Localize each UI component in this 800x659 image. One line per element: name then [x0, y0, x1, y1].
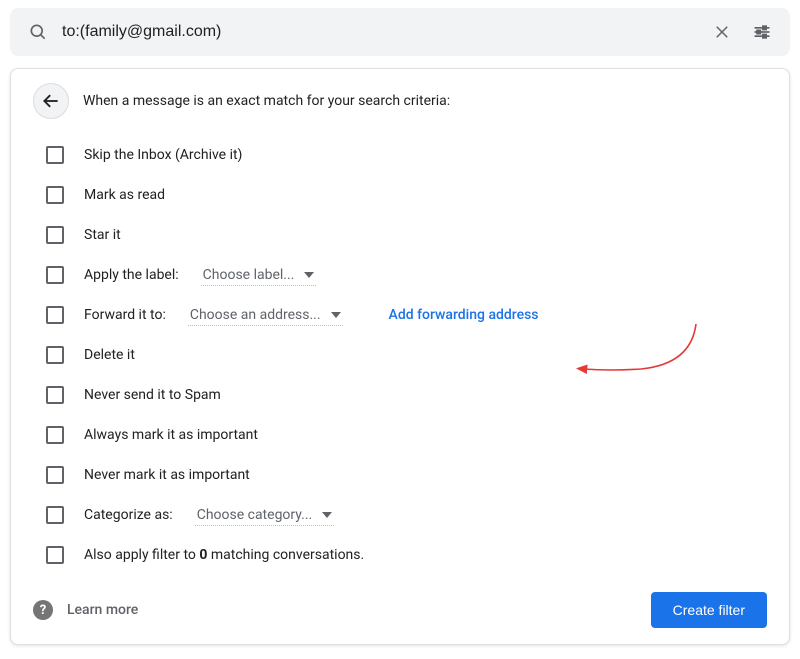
label-never-important: Never mark it as important — [84, 467, 250, 483]
chevron-down-icon — [322, 512, 332, 518]
checkbox-never-spam[interactable] — [46, 386, 64, 404]
checkbox-also-apply[interactable] — [46, 546, 64, 564]
checkbox-always-important[interactable] — [46, 426, 64, 444]
label-also-apply: Also apply filter to 0 matching conversa… — [84, 547, 364, 563]
label-never-spam: Never send it to Spam — [84, 387, 221, 403]
label-apply-label: Apply the label: — [84, 267, 179, 283]
option-skip-inbox: Skip the Inbox (Archive it) — [33, 135, 767, 175]
label-mark-read: Mark as read — [84, 187, 165, 203]
dropdown-choose-address-text: Choose an address... — [190, 307, 321, 323]
label-forward: Forward it to: — [84, 307, 166, 323]
search-bar — [10, 8, 790, 56]
back-button[interactable] — [33, 83, 69, 119]
label-always-important: Always mark it as important — [84, 427, 258, 443]
checkbox-delete[interactable] — [46, 346, 64, 364]
dropdown-choose-label[interactable]: Choose label... — [201, 265, 317, 286]
option-categorize: Categorize as: Choose category... — [33, 495, 767, 535]
help-icon: ? — [33, 600, 53, 620]
label-skip-inbox: Skip the Inbox (Archive it) — [84, 147, 242, 163]
checkbox-skip-inbox[interactable] — [46, 146, 64, 164]
create-filter-button[interactable]: Create filter — [651, 592, 767, 628]
close-icon[interactable] — [702, 12, 742, 52]
option-also-apply: Also apply filter to 0 matching conversa… — [33, 535, 767, 575]
checkbox-mark-read[interactable] — [46, 186, 64, 204]
also-apply-pre: Also apply filter to — [84, 547, 199, 563]
search-input[interactable] — [58, 23, 702, 41]
checkbox-categorize[interactable] — [46, 506, 64, 524]
option-never-spam: Never send it to Spam — [33, 375, 767, 415]
chevron-down-icon — [331, 312, 341, 318]
search-options-icon[interactable] — [742, 12, 782, 52]
option-delete: Delete it — [33, 335, 767, 375]
option-always-important: Always mark it as important — [33, 415, 767, 455]
chevron-down-icon — [304, 272, 314, 278]
checkbox-apply-label[interactable] — [46, 266, 64, 284]
learn-more-text: Learn more — [67, 602, 138, 618]
dropdown-choose-category[interactable]: Choose category... — [195, 505, 335, 526]
option-forward: Forward it to: Choose an address... Add … — [33, 295, 767, 335]
dropdown-choose-category-text: Choose category... — [197, 507, 313, 523]
label-star: Star it — [84, 227, 121, 243]
panel-heading: When a message is an exact match for you… — [83, 93, 450, 109]
search-icon[interactable] — [18, 12, 58, 52]
option-apply-label: Apply the label: Choose label... — [33, 255, 767, 295]
checkbox-star[interactable] — [46, 226, 64, 244]
option-mark-read: Mark as read — [33, 175, 767, 215]
option-never-important: Never mark it as important — [33, 455, 767, 495]
label-delete: Delete it — [84, 347, 135, 363]
option-star: Star it — [33, 215, 767, 255]
also-apply-post: matching conversations. — [207, 547, 364, 563]
label-categorize: Categorize as: — [84, 507, 173, 523]
checkbox-forward[interactable] — [46, 306, 64, 324]
dropdown-choose-address[interactable]: Choose an address... — [188, 305, 343, 326]
add-forwarding-address-link[interactable]: Add forwarding address — [389, 307, 539, 323]
checkbox-never-important[interactable] — [46, 466, 64, 484]
learn-more-link[interactable]: ? Learn more — [33, 600, 138, 620]
filter-panel: When a message is an exact match for you… — [10, 68, 790, 645]
dropdown-choose-label-text: Choose label... — [203, 267, 295, 283]
